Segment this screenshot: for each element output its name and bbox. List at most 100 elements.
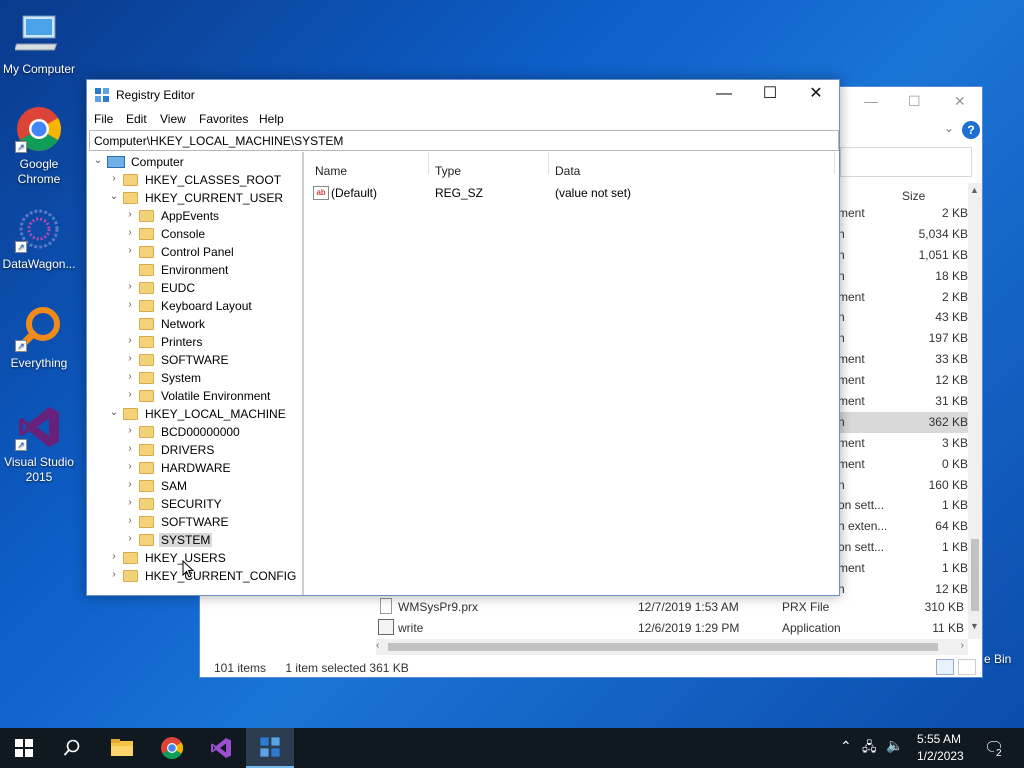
scrollbar-thumb[interactable]: [388, 643, 938, 651]
minimize-button[interactable]: —: [701, 80, 747, 110]
tree-node[interactable]: › DRIVERS: [125, 441, 315, 459]
menu-favorites[interactable]: Favorites: [199, 112, 248, 126]
tree-node[interactable]: › HARDWARE: [125, 459, 315, 477]
chevron-right-icon[interactable]: ›: [125, 299, 135, 310]
help-icon[interactable]: ?: [962, 121, 980, 139]
horizontal-scrollbar[interactable]: ‹ ›: [376, 639, 968, 655]
minimize-icon[interactable]: —: [864, 93, 878, 109]
chevron-right-icon[interactable]: ›: [125, 245, 135, 256]
clock-date[interactable]: 1/2/2023: [917, 749, 964, 763]
desktop-icon-my-computer[interactable]: My Computer: [0, 10, 78, 77]
close-icon[interactable]: ✕: [954, 93, 966, 110]
address-bar[interactable]: Computer\HKEY_LOCAL_MACHINE\SYSTEM: [89, 130, 839, 151]
list-item[interactable]: ment 2 KB: [830, 287, 968, 308]
close-button[interactable]: ✕: [793, 80, 839, 110]
tree-node[interactable]: › HKEY_CLASSES_ROOT: [109, 171, 299, 189]
scroll-right-icon[interactable]: ›: [961, 640, 964, 651]
taskbar-visual-studio[interactable]: [197, 728, 245, 768]
list-item[interactable]: write 12/6/2019 1:29 PM Application 11 K…: [376, 618, 966, 638]
column-header-size[interactable]: Size: [902, 189, 925, 203]
desktop-icon-datawagon[interactable]: ↗ DataWagon...: [0, 205, 78, 272]
large-icons-view-icon[interactable]: [958, 659, 976, 675]
scroll-left-icon[interactable]: ‹: [376, 640, 379, 651]
column-header-name[interactable]: Name: [315, 164, 347, 178]
chevron-right-icon[interactable]: ›: [125, 335, 135, 346]
start-button[interactable]: [0, 728, 48, 768]
tree-node[interactable]: › SAM: [125, 477, 315, 495]
tree-node[interactable]: › Printers: [125, 333, 315, 351]
search-input[interactable]: [840, 147, 972, 177]
chevron-right-icon[interactable]: ›: [125, 497, 135, 508]
tree-node[interactable]: › Volatile Environment: [125, 387, 315, 405]
tree-node[interactable]: ⌄ HKEY_CURRENT_USER: [109, 189, 299, 207]
chevron-right-icon[interactable]: ›: [125, 479, 135, 490]
chevron-right-icon[interactable]: ›: [125, 353, 135, 364]
chevron-down-icon[interactable]: ⌄: [109, 191, 119, 202]
scroll-up-icon[interactable]: ▲: [970, 185, 979, 195]
list-item[interactable]: n 5,034 KB: [830, 224, 968, 245]
tree-node[interactable]: › AppEvents: [125, 207, 315, 225]
tree-node[interactable]: › SOFTWARE: [125, 351, 315, 369]
tree-node[interactable]: › EUDC: [125, 279, 315, 297]
chevron-right-icon[interactable]: ›: [109, 551, 119, 562]
maximize-icon[interactable]: ☐: [908, 93, 921, 110]
column-header-data[interactable]: Data: [555, 164, 580, 178]
chevron-right-icon[interactable]: ›: [125, 533, 135, 544]
list-item[interactable]: ment 33 KB: [830, 349, 968, 370]
desktop-icon-everything[interactable]: ↗ Everything: [0, 304, 78, 371]
tree-node[interactable]: › BCD00000000: [125, 423, 315, 441]
column-divider[interactable]: [834, 152, 835, 174]
chevron-right-icon[interactable]: ›: [125, 425, 135, 436]
chevron-right-icon[interactable]: ›: [125, 461, 135, 472]
column-divider[interactable]: [548, 152, 549, 174]
tree-node[interactable]: Environment: [125, 261, 315, 279]
registry-tree[interactable]: ⌄ Computer › HKEY_CLASSES_ROOT ⌄ HKEY_CURRE…: [89, 152, 304, 595]
registry-editor-window[interactable]: Registry Editor — ☐ ✕ File Edit View Fav…: [86, 79, 840, 596]
scrollbar-thumb[interactable]: [971, 539, 979, 611]
taskbar-file-explorer[interactable]: [98, 728, 146, 768]
chevron-right-icon[interactable]: ›: [125, 227, 135, 238]
list-item[interactable]: n 18 KB: [830, 266, 968, 287]
clock-time[interactable]: 5:55 AM: [917, 732, 961, 746]
chevron-right-icon[interactable]: ›: [125, 281, 135, 292]
taskbar-chrome[interactable]: [148, 728, 196, 768]
list-item[interactable]: on sett... 1 KB: [830, 495, 968, 516]
recycle-bin-label[interactable]: e Bin: [984, 652, 1011, 666]
menu-file[interactable]: File: [94, 112, 113, 126]
desktop-icon-visual-studio[interactable]: ↗ Visual Studio 2015: [0, 403, 78, 485]
regedit-titlebar[interactable]: Registry Editor — ☐ ✕: [87, 80, 839, 110]
tree-node[interactable]: › System: [125, 369, 315, 387]
list-item[interactable]: ment 1 KB: [830, 558, 968, 579]
value-name[interactable]: (Default): [331, 186, 377, 200]
chevron-right-icon[interactable]: ›: [109, 569, 119, 580]
list-item[interactable]: n 197 KB: [830, 328, 968, 349]
tree-node[interactable]: › HKEY_USERS: [109, 549, 299, 567]
list-item[interactable]: ment 12 KB: [830, 370, 968, 391]
tree-node[interactable]: › Keyboard Layout: [125, 297, 315, 315]
chevron-right-icon[interactable]: ›: [125, 515, 135, 526]
taskbar-registry-editor[interactable]: [246, 728, 294, 768]
scroll-down-icon[interactable]: ▼: [970, 621, 979, 631]
list-item[interactable]: n 1,051 KB: [830, 245, 968, 266]
desktop-icon-google-chrome[interactable]: ↗ Google Chrome: [0, 105, 78, 187]
list-item[interactable]: n exten... 64 KB: [830, 516, 968, 537]
chevron-down-icon[interactable]: ⌄: [93, 155, 103, 166]
list-item[interactable]: on sett... 1 KB: [830, 537, 968, 558]
list-item[interactable]: n 43 KB: [830, 307, 968, 328]
list-item[interactable]: ment 0 KB: [830, 454, 968, 475]
network-icon[interactable]: 🖧: [862, 738, 877, 760]
list-item[interactable]: n 160 KB: [830, 475, 968, 496]
list-item[interactable]: ment 3 KB: [830, 433, 968, 454]
tree-node[interactable]: › Control Panel: [125, 243, 315, 261]
tree-node[interactable]: Network: [125, 315, 315, 333]
tree-node-computer[interactable]: ⌄ Computer: [93, 153, 293, 171]
chevron-right-icon[interactable]: ›: [125, 209, 135, 220]
tree-node[interactable]: › HKEY_CURRENT_CONFIG: [109, 567, 299, 585]
list-item[interactable]: ment 31 KB: [830, 391, 968, 412]
menu-help[interactable]: Help: [259, 112, 284, 126]
vertical-scrollbar[interactable]: ▲ ▼: [968, 183, 982, 639]
column-header-type[interactable]: Type: [435, 164, 461, 178]
chevron-down-icon[interactable]: ⌄: [944, 121, 954, 135]
tree-node[interactable]: › SYSTEM: [125, 531, 315, 549]
tree-node[interactable]: › Console: [125, 225, 315, 243]
